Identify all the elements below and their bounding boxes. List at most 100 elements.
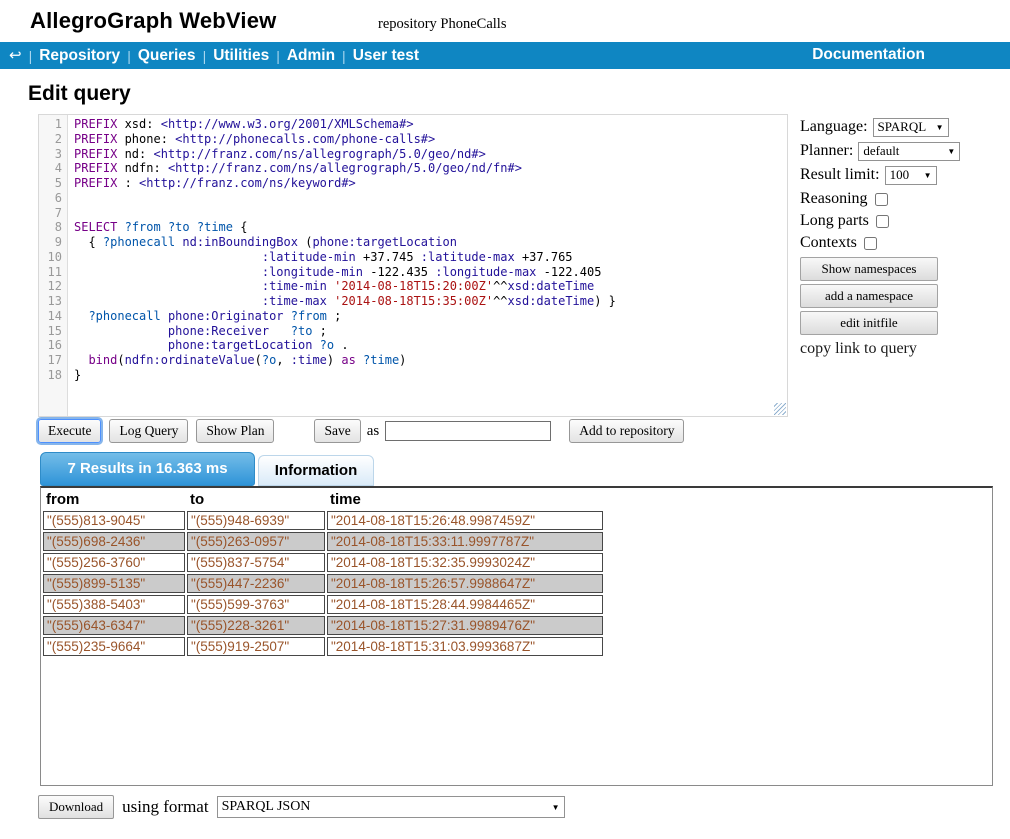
long-parts-checkbox[interactable] <box>876 215 889 228</box>
code-line[interactable]: :time-max '2014-08-18T15:35:00Z'^^xsd:da… <box>74 294 787 309</box>
result-limit-select[interactable]: 100 ▼ <box>885 166 937 185</box>
code-line[interactable]: PREFIX xsd: <http://www.w3.org/2001/XMLS… <box>74 117 787 132</box>
column-header-to[interactable]: to <box>187 490 325 509</box>
nav-item-utilities[interactable]: Utilities <box>213 47 269 65</box>
language-select[interactable]: SPARQL ▼ <box>873 118 949 137</box>
code-line[interactable]: SELECT ?from ?to ?time { <box>74 220 787 235</box>
line-number: 5 <box>39 176 67 191</box>
column-header-from[interactable]: from <box>43 490 185 509</box>
download-row: Download using format SPARQL JSON ▼ <box>38 795 565 819</box>
table-cell: "(555)643-6347" <box>43 616 185 635</box>
code-line[interactable]: { ?phonecall nd:inBoundingBox (phone:tar… <box>74 235 787 250</box>
line-number: 2 <box>39 132 67 147</box>
nav-item-admin[interactable]: Admin <box>287 47 335 65</box>
code-line[interactable]: bind(ndfn:ordinateValue(?o, :time) as ?t… <box>74 353 787 368</box>
table-row[interactable]: "(555)235-9664""(555)919-2507""2014-08-1… <box>43 637 603 656</box>
code-line[interactable]: :time-min '2014-08-18T15:20:00Z'^^xsd:da… <box>74 279 787 294</box>
results-header-row: fromtotime <box>43 490 603 509</box>
nav-separator: | <box>276 48 280 64</box>
nav-item-documentation[interactable]: Documentation <box>812 46 925 64</box>
code-line[interactable]: PREFIX phone: <http://phonecalls.com/pho… <box>74 132 787 147</box>
show-namespaces-button[interactable]: Show namespaces <box>800 257 938 281</box>
long-parts-row: Long parts <box>800 210 1000 232</box>
code-line[interactable]: PREFIX : <http://franz.com/ns/keyword#> <box>74 176 787 191</box>
table-cell: "(555)899-5135" <box>43 574 185 593</box>
chevron-down-icon: ▼ <box>924 171 932 180</box>
results-body: "(555)813-9045""(555)948-6939""2014-08-1… <box>43 511 603 656</box>
table-cell: "(555)388-5403" <box>43 595 185 614</box>
table-cell: "(555)919-2507" <box>187 637 325 656</box>
editor-gutter: 123456789101112131415161718 <box>39 115 68 416</box>
add-a-namespace-button[interactable]: add a namespace <box>800 284 938 308</box>
save-name-input[interactable] <box>385 421 551 441</box>
table-row[interactable]: "(555)643-6347""(555)228-3261""2014-08-1… <box>43 616 603 635</box>
line-number: 8 <box>39 220 67 235</box>
line-number: 11 <box>39 265 67 280</box>
table-row[interactable]: "(555)899-5135""(555)447-2236""2014-08-1… <box>43 574 603 593</box>
nav-separator: | <box>29 48 33 64</box>
code-line[interactable]: :longitude-min -122.435 :longitude-max -… <box>74 265 787 280</box>
table-row[interactable]: "(555)256-3760""(555)837-5754""2014-08-1… <box>43 553 603 572</box>
reasoning-checkbox[interactable] <box>875 193 888 206</box>
code-line[interactable]: PREFIX nd: <http://franz.com/ns/allegrog… <box>74 147 787 162</box>
nav-item-queries[interactable]: Queries <box>138 47 196 65</box>
add-to-repository-button[interactable]: Add to repository <box>569 419 684 443</box>
nav-item-repository[interactable]: Repository <box>39 47 120 65</box>
tab-information[interactable]: Information <box>258 455 374 486</box>
save-button[interactable]: Save <box>314 419 360 443</box>
namespace-buttons: Show namespaces add a namespace edit initf… <box>800 257 1000 335</box>
table-row[interactable]: "(555)813-9045""(555)948-6939""2014-08-1… <box>43 511 603 530</box>
line-number: 14 <box>39 309 67 324</box>
header: AllegroGraph WebView repository PhoneCal… <box>0 0 1010 42</box>
option-checkboxes: ReasoningLong partsContexts <box>800 188 1000 254</box>
chevron-down-icon: ▼ <box>552 803 560 812</box>
page-title: Edit query <box>28 82 131 106</box>
table-cell: "2014-08-18T15:33:11.9997787Z" <box>327 532 603 551</box>
line-number: 18 <box>39 368 67 383</box>
app-title: AllegroGraph WebView <box>30 8 276 34</box>
query-editor[interactable]: 123456789101112131415161718 PREFIX xsd: … <box>38 114 788 417</box>
editor-code[interactable]: PREFIX xsd: <http://www.w3.org/2001/XMLS… <box>69 115 787 416</box>
code-line[interactable]: phone:targetLocation ?o . <box>74 338 787 353</box>
table-cell: "2014-08-18T15:31:03.9993687Z" <box>327 637 603 656</box>
code-line[interactable]: ?phonecall phone:Originator ?from ; <box>74 309 787 324</box>
planner-row: Planner: default ▼ <box>800 140 1000 162</box>
table-cell: "(555)837-5754" <box>187 553 325 572</box>
code-line[interactable] <box>74 191 787 206</box>
code-line[interactable]: PREFIX ndfn: <http://franz.com/ns/allegr… <box>74 161 787 176</box>
copy-link-to-query[interactable]: copy link to query <box>800 340 1000 358</box>
format-select[interactable]: SPARQL JSON ▼ <box>217 796 565 818</box>
line-number: 6 <box>39 191 67 206</box>
actions-row: Execute Log Query Show Plan Save as Add … <box>38 419 684 443</box>
code-line[interactable] <box>74 206 787 221</box>
code-line[interactable]: } <box>74 368 787 383</box>
nav-separator: | <box>127 48 131 64</box>
code-line[interactable]: phone:Receiver ?to ; <box>74 324 787 339</box>
code-line[interactable]: :latitude-min +37.745 :latitude-max +37.… <box>74 250 787 265</box>
tab-results[interactable]: 7 Results in 16.363 ms <box>40 452 255 486</box>
resize-grip-icon[interactable] <box>774 403 786 415</box>
planner-select[interactable]: default ▼ <box>858 142 960 161</box>
table-row[interactable]: "(555)388-5403""(555)599-3763""2014-08-1… <box>43 595 603 614</box>
column-header-time[interactable]: time <box>327 490 603 509</box>
show-plan-button[interactable]: Show Plan <box>196 419 274 443</box>
line-number: 16 <box>39 338 67 353</box>
nav-separator: | <box>342 48 346 64</box>
table-row[interactable]: "(555)698-2436""(555)263-0957""2014-08-1… <box>43 532 603 551</box>
table-cell: "2014-08-18T15:26:48.9987459Z" <box>327 511 603 530</box>
save-as-label: as <box>367 423 380 440</box>
execute-button[interactable]: Execute <box>38 419 101 443</box>
language-row: Language: SPARQL ▼ <box>800 116 1000 138</box>
edit-initfile-button[interactable]: edit initfile <box>800 311 938 335</box>
back-icon[interactable]: ↩ <box>9 48 22 63</box>
query-options-panel: Language: SPARQL ▼ Planner: default ▼ Re… <box>800 116 1000 358</box>
nav-separator: | <box>203 48 207 64</box>
repository-label: repository PhoneCalls <box>378 16 506 33</box>
nav-item-user-test[interactable]: User test <box>353 47 419 65</box>
planner-label: Planner: <box>800 142 853 160</box>
download-button[interactable]: Download <box>38 795 114 819</box>
contexts-checkbox[interactable] <box>864 237 877 250</box>
long-parts-label: Long parts <box>800 212 869 230</box>
table-cell: "(555)235-9664" <box>43 637 185 656</box>
log-query-button[interactable]: Log Query <box>109 419 188 443</box>
